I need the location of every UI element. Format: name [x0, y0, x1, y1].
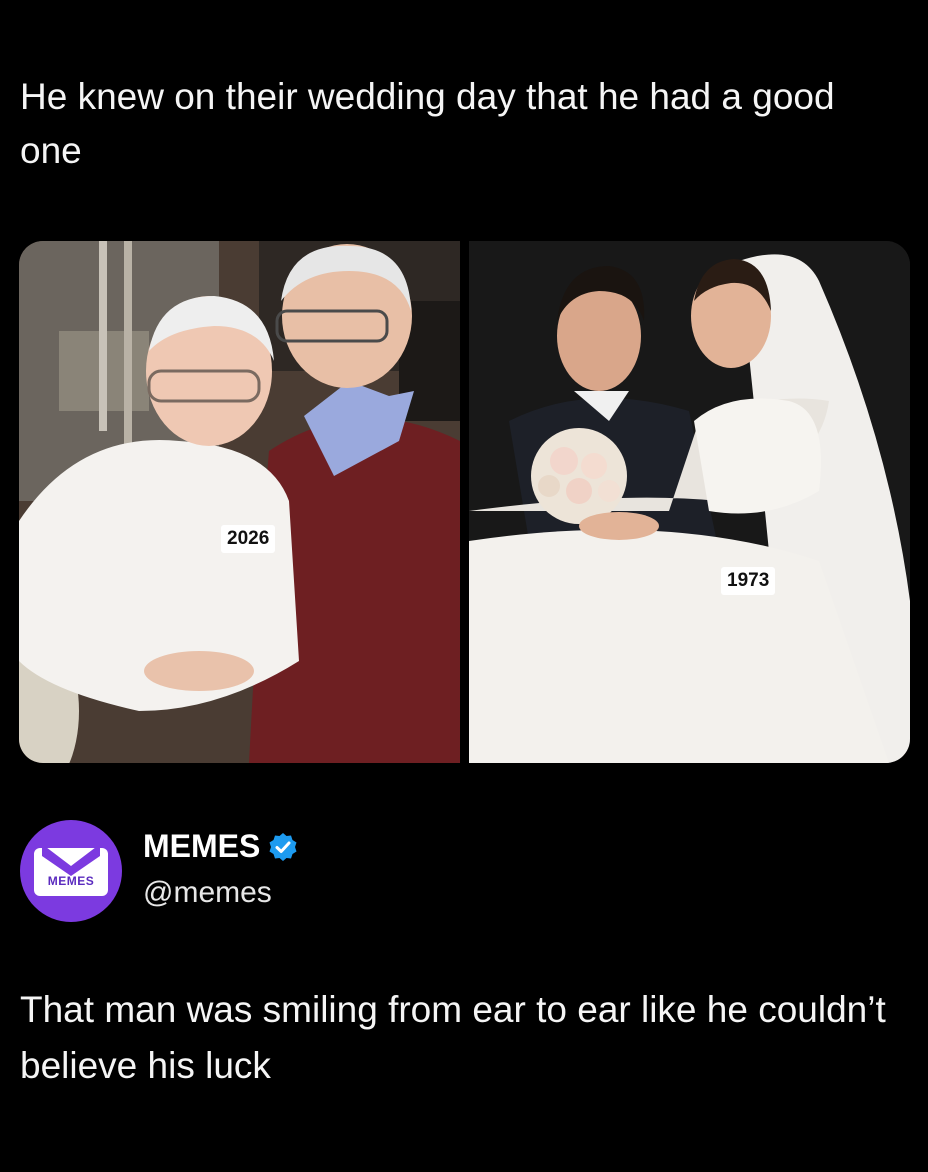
year-label-1973: 1973 [721, 567, 776, 595]
quoted-post-text: That man was smiling from ear to ear lik… [20, 989, 886, 1086]
avatar[interactable]: MEMES [20, 820, 122, 922]
photo-elderly-couple[interactable]: 2026 [19, 241, 460, 763]
quoted-post-header[interactable]: MEMES MEMES @memes [20, 820, 900, 924]
display-name-row[interactable]: MEMES [143, 828, 298, 865]
display-name[interactable]: MEMES [143, 828, 260, 865]
handle[interactable]: @memes [143, 876, 272, 910]
year-label-2026: 2026 [221, 525, 276, 553]
photo-wedding-couple[interactable]: 1973 [469, 241, 910, 763]
media-grid[interactable]: 2026 1973 [19, 241, 910, 763]
verified-badge-icon [269, 832, 297, 861]
post-text: He knew on their wedding day that he had… [20, 76, 835, 171]
wedding-couple-illustration [469, 241, 910, 763]
elderly-couple-illustration [19, 241, 460, 763]
avatar-label: MEMES [47, 874, 95, 888]
